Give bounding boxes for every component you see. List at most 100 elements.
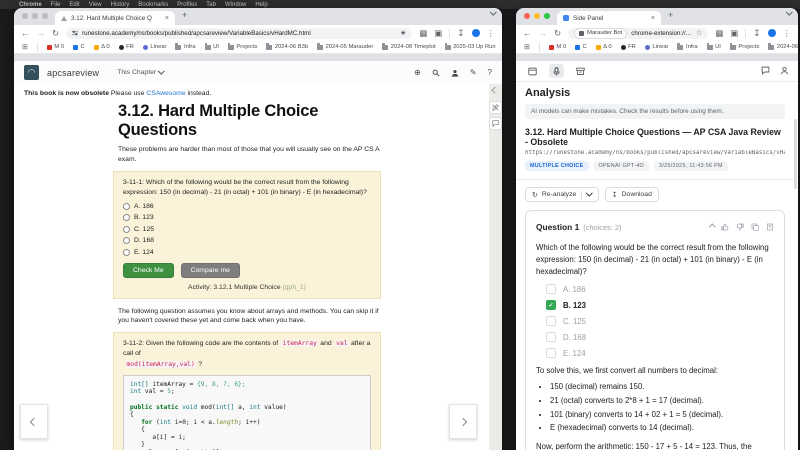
bookmark-item[interactable]: M 0 xyxy=(47,44,64,50)
answer-option[interactable]: E. 124 xyxy=(123,249,371,256)
browser-tab[interactable]: Side Panel × xyxy=(557,11,661,25)
tab-search-icon[interactable] xyxy=(491,8,496,20)
reanalyze-dropdown-icon[interactable] xyxy=(586,190,592,196)
apps-grid-icon[interactable]: ⊞ xyxy=(524,44,530,51)
collapse-rail-icon[interactable] xyxy=(489,88,502,93)
bookmark-item[interactable]: M 0 xyxy=(549,44,566,50)
answer-option[interactable]: A. 186 xyxy=(123,203,371,210)
forward-icon[interactable]: → xyxy=(37,29,46,38)
next-page-button[interactable] xyxy=(449,404,477,439)
new-tab-button[interactable]: + xyxy=(668,10,673,20)
prev-page-button[interactable] xyxy=(20,404,48,439)
radio-button[interactable] xyxy=(123,237,130,244)
menu-item-window[interactable]: Window xyxy=(225,2,246,8)
menu-item-view[interactable]: View xyxy=(89,2,102,8)
tab-close-icon[interactable]: × xyxy=(165,15,169,22)
reading-list-icon[interactable]: ▦ xyxy=(715,29,723,38)
hide-highlights-icon[interactable] xyxy=(489,101,502,114)
reload-icon[interactable]: ↻ xyxy=(554,29,561,38)
checkbox[interactable] xyxy=(546,332,556,342)
export-icon[interactable] xyxy=(766,218,774,236)
choice-row[interactable]: E. 124 xyxy=(546,348,774,358)
thumbs-up-icon[interactable] xyxy=(721,218,729,236)
check-me-button[interactable]: Check Me xyxy=(123,263,174,278)
back-icon[interactable]: ← xyxy=(21,29,30,38)
download-button[interactable]: ↧ Download xyxy=(605,187,659,202)
menu-item-file[interactable]: File xyxy=(51,2,61,8)
chapter-menu[interactable]: This Chapter xyxy=(117,69,163,76)
panel-tab-mic-icon[interactable] xyxy=(549,64,564,78)
tab-search-icon[interactable] xyxy=(787,8,792,20)
minimize-window-button[interactable] xyxy=(534,13,540,19)
answer-option[interactable]: D. 168 xyxy=(123,237,371,244)
radio-button[interactable] xyxy=(123,214,130,221)
reading-list-icon[interactable]: ▦ xyxy=(419,29,427,38)
collapse-icon[interactable] xyxy=(709,224,715,230)
profile-avatar[interactable] xyxy=(768,29,776,37)
menu-item-help[interactable]: Help xyxy=(255,2,267,8)
account-icon[interactable] xyxy=(780,62,789,80)
checkbox-checked[interactable]: ✓ xyxy=(546,300,556,310)
forward-icon[interactable]: → xyxy=(539,29,548,38)
address-bar[interactable]: Marauder Bot chrome-extension://hhkkaken… xyxy=(568,28,708,39)
choice-row-selected[interactable]: ✓B. 123 xyxy=(546,300,774,310)
edit-pencil-icon[interactable]: ✎ xyxy=(470,68,477,77)
close-window-button[interactable] xyxy=(524,13,530,19)
bookmark-folder[interactable]: 2024-06 B3b xyxy=(266,44,308,50)
bookmark-folder[interactable]: Projects xyxy=(228,44,257,50)
bookmark-folder[interactable]: UI xyxy=(707,44,721,50)
bookmark-item[interactable]: FR xyxy=(119,44,134,50)
minimize-window-button[interactable] xyxy=(32,13,38,19)
menu-item-tab[interactable]: Tab xyxy=(206,2,216,8)
side-panel-icon[interactable]: ▣ xyxy=(730,29,738,38)
bookmark-folder[interactable]: 2024-05 Marauder xyxy=(317,44,373,50)
user-icon[interactable] xyxy=(451,69,459,77)
csawesome-link[interactable]: CSAwesome xyxy=(146,90,185,97)
apcsareview-logo[interactable]: ◠ xyxy=(24,65,39,80)
address-bar[interactable]: runestone.academy/ns/books/published/apc… xyxy=(66,28,412,39)
close-window-button[interactable] xyxy=(22,13,28,19)
chrome-menu-icon[interactable]: ⋮ xyxy=(487,29,496,38)
bookmark-folder[interactable]: UI xyxy=(205,44,219,50)
zoom-window-button[interactable] xyxy=(42,13,48,19)
bookmark-item[interactable]: Linear xyxy=(645,44,669,50)
bookmark-star-icon[interactable]: ★ xyxy=(400,29,406,37)
copy-icon[interactable] xyxy=(751,218,759,236)
search-icon[interactable] xyxy=(432,69,440,77)
radio-button[interactable] xyxy=(123,203,130,210)
site-brand[interactable]: apcsareview xyxy=(47,68,99,78)
comments-icon[interactable] xyxy=(489,117,502,130)
back-icon[interactable]: ← xyxy=(523,29,532,38)
chrome-menu-icon[interactable]: ⋮ xyxy=(783,29,792,38)
checkbox[interactable] xyxy=(546,348,556,358)
browser-tab[interactable]: 3.12. Hard Multiple Choice Q × xyxy=(55,11,175,25)
bookmark-folder[interactable]: 2024-06 B3b xyxy=(768,44,798,50)
bookmark-folder[interactable]: Projects xyxy=(730,44,759,50)
zoom-window-button[interactable] xyxy=(544,13,550,19)
choice-row[interactable]: C. 125 xyxy=(546,316,774,326)
reanalyze-button[interactable]: ↻ Re-analyze xyxy=(525,187,599,202)
answer-option[interactable]: C. 125 xyxy=(123,226,371,233)
bookmark-item[interactable]: Δ 0 xyxy=(94,44,110,50)
checkbox[interactable] xyxy=(546,316,556,326)
bookmark-folder[interactable]: Infra xyxy=(175,44,195,50)
menu-item-chrome[interactable]: Chrome xyxy=(19,2,42,8)
apps-grid-icon[interactable]: ⊞ xyxy=(22,44,28,51)
downloads-icon[interactable]: ↧ xyxy=(457,29,464,38)
bookmark-item[interactable]: C xyxy=(73,44,85,50)
tab-close-icon[interactable]: × xyxy=(651,15,655,22)
bookmark-folder[interactable]: 2025-03 Up Run xyxy=(445,44,496,50)
thumbs-down-icon[interactable] xyxy=(736,218,744,236)
radio-button[interactable] xyxy=(123,249,130,256)
help-icon[interactable]: ? xyxy=(488,68,492,77)
bookmark-folder[interactable]: Infra xyxy=(677,44,697,50)
answer-option[interactable]: B. 123 xyxy=(123,214,371,221)
bookmark-star-icon[interactable]: ☆ xyxy=(696,29,702,37)
profile-avatar[interactable] xyxy=(472,29,480,37)
panel-tab-browser-icon[interactable] xyxy=(525,64,540,78)
panel-tab-archive-icon[interactable] xyxy=(573,64,588,78)
site-settings-icon[interactable] xyxy=(72,30,78,36)
menu-item-bookmarks[interactable]: Bookmarks xyxy=(138,2,168,8)
feedback-icon[interactable] xyxy=(761,62,770,80)
menu-item-history[interactable]: History xyxy=(111,2,130,8)
